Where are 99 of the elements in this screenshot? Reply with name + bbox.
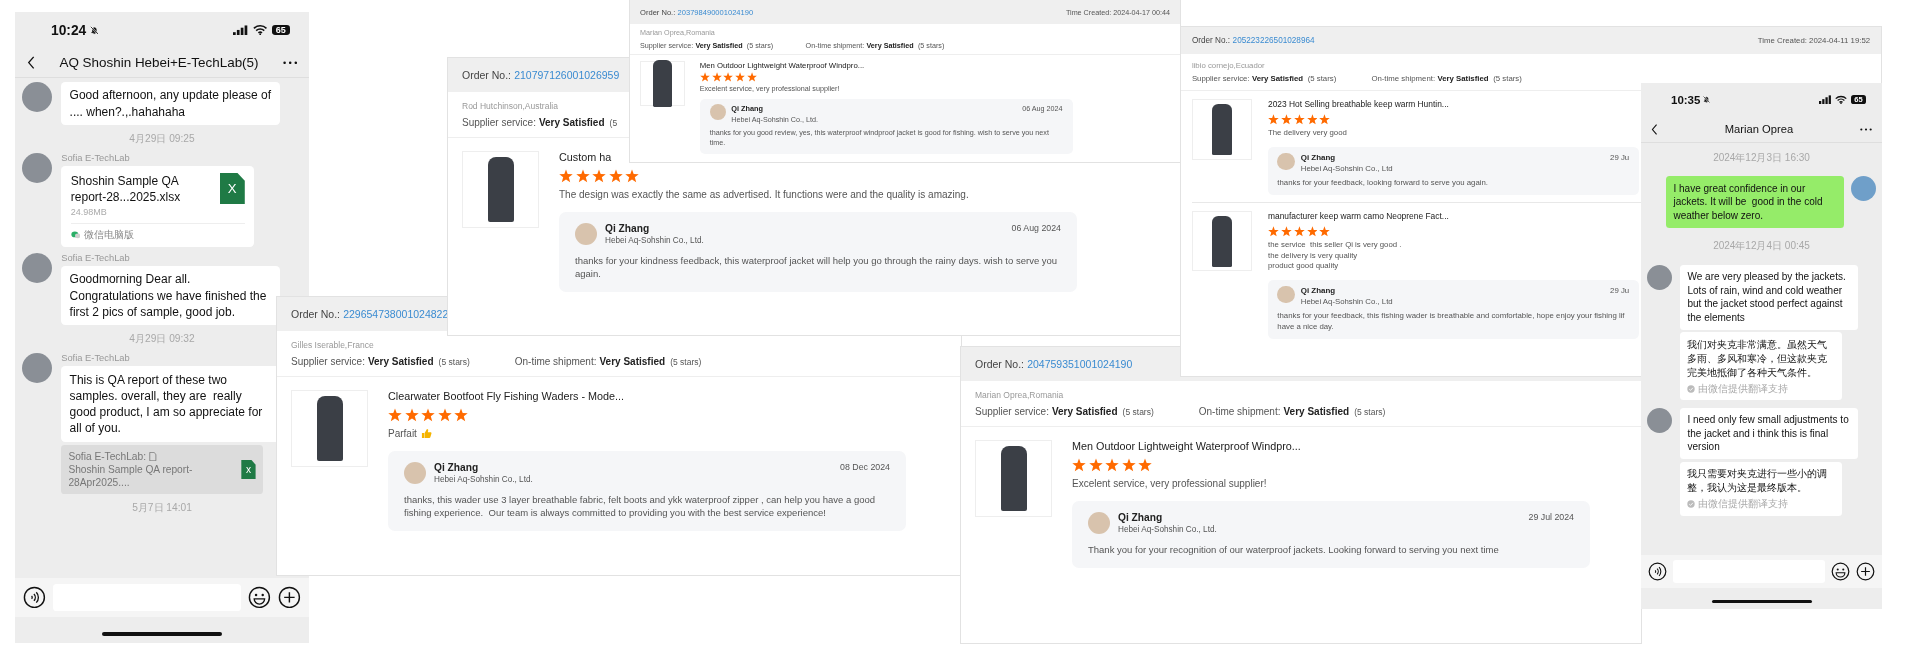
reply-text: thanks, this wader use 3 layer breathable fabric, felt boots and ykk waterproof zipper , can help you have a good fishing experience. Our team is always committed to providing you with the best service experience! <box>404 492 877 520</box>
sender-name: Sofia E-TechLab <box>61 353 130 364</box>
avatar <box>404 461 426 484</box>
rating-value: Very Satisfied <box>538 117 605 128</box>
translation-note: 由微信提供翻译支持 <box>1697 497 1788 511</box>
product-photo-placeholder <box>1191 211 1253 272</box>
product-photo-placeholder <box>640 60 686 106</box>
rating-note: (5 stars) <box>1354 407 1386 417</box>
message-bubble: I need only few small adjustments to the jacket and i think this is final version <box>1679 407 1858 459</box>
message-bubble: Goodmorning Dear all. Congratulations we have finished the first 2 pics of sample, good job. <box>61 265 280 326</box>
bell-slash-icon <box>1702 95 1712 104</box>
reply-company: Hebei Aq-Sohshin Co., Ltd. <box>1118 524 1217 534</box>
spreadsheet-file-icon: X <box>219 172 245 205</box>
avatar <box>1277 286 1295 304</box>
order-label: Order No.: <box>975 358 1024 370</box>
file-size: 24.98MB <box>70 206 108 217</box>
reply-date: 06 Aug 2024 <box>1011 222 1061 233</box>
message-bubble: I have great confidence in our jackets. It will be good in the cold weather below zero. <box>1665 176 1844 228</box>
reply-name: Qi Zhang <box>1118 511 1164 523</box>
reply-name: Qi Zhang <box>605 222 651 234</box>
status-time: 10:35 <box>1671 93 1701 106</box>
order-label: Order No.: <box>291 308 340 320</box>
chat-bubbles-icon <box>70 231 81 239</box>
check-circle-icon <box>1686 500 1695 508</box>
quoted-file[interactable]: Sofia E-TechLab: Shoshin Sample QA report-28Apr2025.... x <box>61 444 263 495</box>
buyer-name: Gilles Iserable,France <box>291 340 374 350</box>
file-source: 微信电脑版 <box>83 228 134 243</box>
translation-note: 由微信提供翻译支持 <box>1697 381 1788 396</box>
product-title[interactable]: Clearwater Bootfoot Fly Fishing Waders - Mode... <box>388 390 625 402</box>
voice-icon[interactable] <box>23 586 47 609</box>
avatar <box>1088 511 1110 534</box>
product-title[interactable]: 2023 Hot Selling breathable keep warm Huntin... <box>1268 99 1449 109</box>
more-icon[interactable] <box>282 60 297 65</box>
buyer-name: Rod Hutchinson,Australia <box>462 101 558 111</box>
product-photo-placeholder <box>1191 99 1253 160</box>
rating-label: Supplier service: <box>462 117 536 128</box>
avatar <box>709 103 726 120</box>
translation-text: 我们对夹克非常满意。虽然天气多雨、多风和寒冷，但这款夹克完美地抵御了各种天气条件。 <box>1686 337 1828 380</box>
message-time: 4月29日 09:32 <box>129 332 195 347</box>
rating-value: Very Satisfied <box>1051 406 1118 417</box>
spreadsheet-file-icon: x <box>241 459 256 480</box>
bell-slash-icon <box>88 24 100 36</box>
message-bubble: We are very pleased by the jackets. Lots of rain, wind and cold weather but the jacket stood perfect against the elements <box>1679 264 1858 330</box>
rating-label: Supplier service: <box>975 406 1049 417</box>
rating-note: (5 <box>609 118 618 128</box>
translation-text: 我只需要对夹克进行一些小的调整，我认为这是最终版本。 <box>1686 467 1828 495</box>
file-message[interactable]: Shoshin Sample QA report-28...2025.xlsx 24.98MB X 微信电脑版 <box>61 166 255 247</box>
document-icon <box>149 451 157 461</box>
rating-note: (5 stars) <box>438 357 470 367</box>
signal-icon <box>1818 95 1831 104</box>
emoji-icon[interactable] <box>1831 561 1850 581</box>
battery-indicator: 65 <box>271 24 290 36</box>
order-label: Order No.: <box>1191 35 1231 45</box>
reply-text: thanks for your kindness feedback, this waterproof jacket will help you go through the rainy days. wish to serve you again. <box>575 253 1059 281</box>
quote-sender: Sofia E-TechLab: <box>68 449 146 463</box>
avatar <box>1277 153 1295 171</box>
order-label: Order No.: <box>462 69 511 81</box>
reply-date: 29 Jul 2024 <box>1528 511 1574 522</box>
buyer-name: Marian Oprea,Romania <box>975 390 1064 400</box>
review-comment: Excelent service, very professional supplier! <box>1072 477 1267 491</box>
rating-label: On-time shipment: <box>1198 406 1281 417</box>
sender-name: Sofia E-TechLab <box>61 153 130 164</box>
chat-title: AQ Shoshin Hebei+E-TechLab(5) <box>58 54 260 70</box>
rating-note: (5 stars) <box>670 357 702 367</box>
sender-name: Sofia E-TechLab <box>61 252 130 263</box>
rating-value: Very Satisfied <box>599 356 666 367</box>
rating-label: On-time shipment: <box>514 356 597 367</box>
emoji-icon[interactable] <box>247 586 271 609</box>
signal-icon <box>233 24 248 36</box>
file-name: Shoshin Sample QA report-28...2025.xlsx <box>70 172 182 206</box>
reply-text: Thank you for your recognition of our waterproof jackets. Looking forward to serving you next time <box>1088 542 1500 556</box>
quote-file-name: Shoshin Sample QA report-28Apr2025.... <box>68 462 194 490</box>
rating-value: Very Satisfied <box>367 356 434 367</box>
wifi-icon <box>1834 94 1847 105</box>
wifi-icon <box>252 24 267 36</box>
review-comment: The design was exactly the same as advertised. It functions were and the quality is amazing. <box>559 188 969 202</box>
product-title[interactable]: manufacturer keep warm camo Neoprene Fact... <box>1268 211 1449 221</box>
back-icon[interactable] <box>27 55 36 69</box>
review-comment: Parfait <box>388 427 417 441</box>
reply-date: 08 Dec 2024 <box>840 461 890 472</box>
plus-icon[interactable] <box>1856 561 1875 581</box>
more-icon[interactable] <box>1860 127 1872 131</box>
avatar <box>575 222 597 245</box>
rating-note: (5 stars) <box>1122 407 1154 417</box>
product-title[interactable]: Men Outdoor Lightweight Waterproof Windpro... <box>1072 440 1301 452</box>
voice-icon[interactable] <box>1648 561 1667 581</box>
reply-company: Hebei Aq-Sohshin Co., Ltd. <box>434 474 533 484</box>
message-time: 4月29日 09:25 <box>129 132 195 147</box>
plus-icon[interactable] <box>277 586 301 609</box>
rating-value: Very Satisfied <box>1283 406 1350 417</box>
reply-company: Hebei Aq-Sohshin Co., Ltd. <box>605 235 704 245</box>
chat-title: Marian Oprea <box>1723 123 1795 135</box>
message-bubble: Good afternoon, any update please of .... when?.,.hahahaha <box>61 82 280 126</box>
product-title[interactable]: Custom ha <box>559 151 612 163</box>
rating-label: Supplier service: <box>291 356 365 367</box>
status-time: 10:24 <box>51 22 87 38</box>
check-circle-icon <box>1686 384 1695 393</box>
back-icon[interactable] <box>1651 123 1658 135</box>
reply-name: Qi Zhang <box>434 461 480 473</box>
